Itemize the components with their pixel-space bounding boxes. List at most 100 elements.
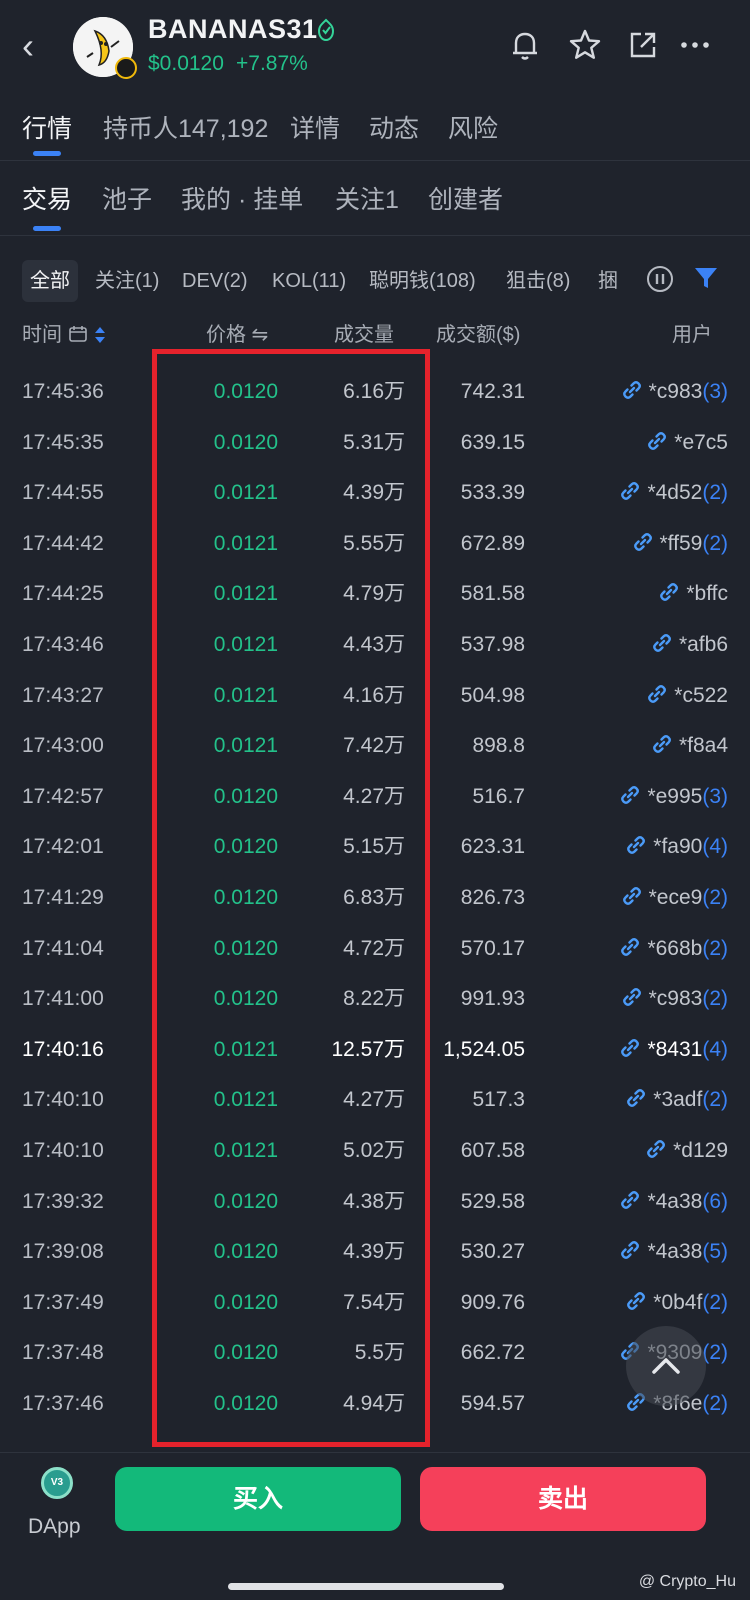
trade-amount: 594.57 [460,1392,525,1415]
trade-user[interactable]: *8431(4) [619,1024,728,1076]
trade-user[interactable]: *3adf(2) [625,1074,728,1126]
trade-time: 17:41:29 [22,886,104,909]
pause-icon[interactable] [645,264,675,294]
share-icon[interactable] [624,26,662,64]
buy-button[interactable]: 买入 [115,1467,401,1531]
trade-row[interactable]: 17:39:08 0.0120 4.39万 530.27 *4a38(5) [0,1226,750,1278]
dapp-logo-icon: V3 [41,1467,73,1499]
tab-active-indicator [33,151,61,156]
trade-user[interactable]: *668b(2) [619,923,728,975]
filter-following[interactable]: 关注(1) [95,260,159,302]
tab-details[interactable]: 详情 [290,109,340,145]
trade-amount: 742.31 [460,380,525,403]
tab-following[interactable]: 关注1 [335,180,399,216]
calendar-icon[interactable] [68,325,88,343]
bottom-action-bar: V3 DApp 买入 卖出 @ Crypto_Hu [0,1452,750,1600]
trade-volume: 12.57万 [331,1037,405,1061]
home-indicator[interactable] [228,1583,504,1590]
trade-price: 0.0121 [213,1139,278,1162]
trade-user[interactable]: *e7c5 [646,417,728,469]
trade-row[interactable]: 17:45:36 0.0120 6.16万 742.31 *c983(3) [0,366,750,418]
dapp-button[interactable]: V3 DApp [20,1467,94,1551]
trade-row[interactable]: 17:41:00 0.0120 8.22万 991.93 *c983(2) [0,973,750,1025]
trade-volume: 4.38万 [343,1189,405,1213]
tab-trades[interactable]: 交易 [22,180,72,216]
trade-price: 0.0120 [213,784,278,808]
tab-my-orders[interactable]: 我的 · 挂单 [181,180,303,216]
trade-row[interactable]: 17:40:16 0.0121 12.57万 1,524.05 *8431(4) [0,1024,750,1076]
verified-icon [317,18,335,42]
trade-user[interactable]: *c983(2) [621,973,728,1025]
scroll-to-top-button[interactable] [626,1326,706,1406]
link-icon [647,1140,666,1158]
bell-icon[interactable] [506,26,544,64]
trade-row[interactable]: 17:43:27 0.0121 4.16万 504.98 *c522 [0,670,750,722]
user-address: *c983 [648,987,703,1011]
trade-user[interactable]: *c983(3) [621,366,728,418]
filter-all[interactable]: 全部 [22,260,78,302]
filter-icon[interactable] [692,264,720,292]
user-address: *3adf [653,1088,703,1112]
trade-row[interactable]: 17:41:04 0.0120 4.72万 570.17 *668b(2) [0,923,750,975]
tab-creator[interactable]: 创建者 [428,180,503,216]
trade-row[interactable]: 17:44:25 0.0121 4.79万 581.58 *bffc [0,568,750,620]
link-icon [653,634,671,652]
trade-user[interactable]: *ece9(2) [621,872,728,924]
trade-user[interactable]: *0b4f(2) [625,1277,728,1329]
trade-amount: 530.27 [460,1240,525,1264]
tab-risk[interactable]: 风险 [448,109,498,145]
trade-volume: 7.54万 [343,1290,405,1314]
trade-time: 17:37:48 [22,1341,104,1365]
trade-row[interactable]: 17:40:10 0.0121 5.02万 607.58 *d129 [0,1125,750,1177]
tab-pools[interactable]: 池子 [102,180,152,216]
filter-sniper[interactable]: 狙击(8) [506,260,570,302]
filter-dev[interactable]: DEV(2) [182,260,248,302]
trade-row[interactable]: 17:44:55 0.0121 4.39万 533.39 *4d52(2) [0,467,750,519]
trade-volume: 5.31万 [343,430,405,454]
trade-row[interactable]: 17:40:10 0.0121 4.27万 517.3 *3adf(2) [0,1074,750,1126]
trade-user[interactable]: *ff59(2) [632,518,728,570]
trade-user[interactable]: *d129 [645,1125,728,1177]
trade-user[interactable]: *4a38(5) [619,1226,728,1278]
user-address: *c983 [648,380,703,403]
trade-volume: 4.16万 [343,683,405,707]
watermark: @ Crypto_Hu [638,1573,736,1590]
trade-row[interactable]: 17:39:32 0.0120 4.38万 529.58 *4a38(6) [0,1176,750,1228]
trade-row[interactable]: 17:41:29 0.0120 6.83万 826.73 *ece9(2) [0,872,750,924]
trade-row[interactable]: 17:44:42 0.0121 5.55万 672.89 *ff59(2) [0,518,750,570]
tab-activity[interactable]: 动态 [369,109,419,145]
trade-user[interactable]: *f8a4 [651,720,728,772]
trade-row[interactable]: 17:45:35 0.0120 5.31万 639.15 *e7c5 [0,417,750,469]
trade-user[interactable]: *c522 [646,670,728,722]
trade-row[interactable]: 17:37:49 0.0120 7.54万 909.76 *0b4f(2) [0,1277,750,1329]
sort-icon[interactable] [93,325,107,345]
trade-user[interactable]: *4a38(6) [619,1176,728,1228]
token-name: BANANAS31 [148,14,318,44]
filter-bundle[interactable]: 捆 [598,260,618,302]
trade-user[interactable]: *bffc [658,568,728,620]
trade-price: 0.0121 [213,582,278,606]
tab-market[interactable]: 行情 [22,109,72,145]
trade-row[interactable]: 17:42:57 0.0120 4.27万 516.7 *e995(3) [0,771,750,823]
token-price: $0.0120 [148,52,224,75]
filter-smart-money[interactable]: 聪明钱(108) [369,260,476,302]
sell-button[interactable]: 卖出 [420,1467,706,1531]
trade-user[interactable]: *afb6 [651,619,728,671]
trade-amount: 991.93 [460,987,525,1011]
filter-kol[interactable]: KOL(11) [272,260,346,302]
trade-row[interactable]: 17:43:00 0.0121 7.42万 898.8 *f8a4 [0,720,750,772]
star-icon[interactable] [566,26,604,64]
col-price[interactable]: 价格 ⇋ [206,318,268,347]
trade-user[interactable]: *4d52(2) [619,467,728,519]
tab-holders[interactable]: 持币人147,192 [103,109,268,145]
trade-row[interactable]: 17:43:46 0.0121 4.43万 537.98 *afb6 [0,619,750,671]
more-icon[interactable] [676,26,714,64]
trade-row[interactable]: 17:42:01 0.0120 5.15万 623.31 *fa90(4) [0,821,750,873]
token-change: +7.87% [236,52,308,75]
trade-time: 17:37:46 [22,1392,104,1415]
trade-user[interactable]: *e995(3) [619,771,728,823]
trade-user[interactable]: *fa90(4) [625,821,728,873]
user-trade-count: (2) [702,936,728,960]
col-time[interactable]: 时间 [22,318,107,347]
back-icon[interactable]: ‹ [22,26,52,66]
